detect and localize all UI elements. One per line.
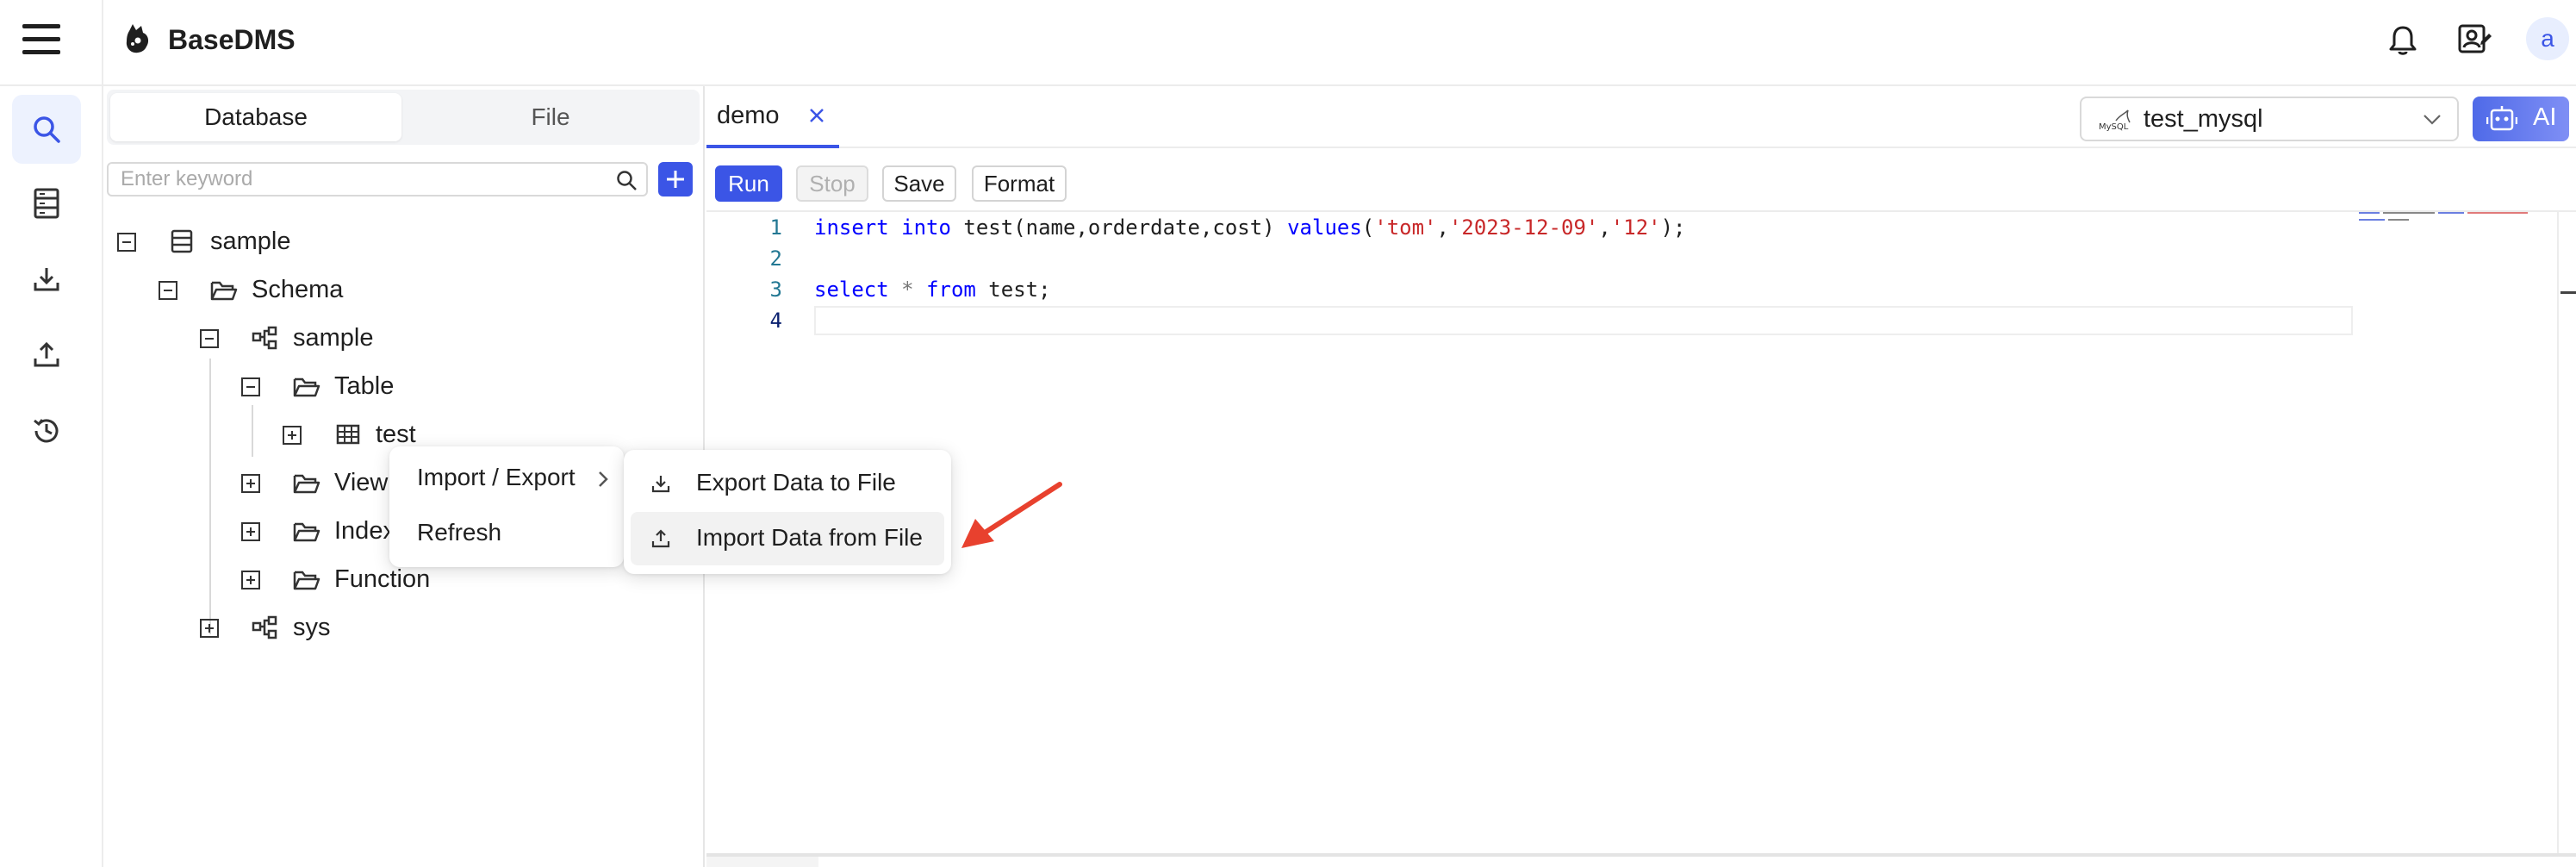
robot-icon [2486,105,2517,133]
folder-open-icon [210,279,238,302]
tree-item-label[interactable]: Index [334,517,395,546]
chevron-right-icon [598,471,608,488]
line-number: 1 [769,215,782,240]
basedms-logo-icon [122,22,153,55]
tree-item-label[interactable]: Function [334,565,430,594]
folder-open-icon [293,376,320,398]
upload-icon [651,529,670,548]
stop-button[interactable]: Stop [796,165,868,202]
upload-icon [33,341,60,369]
code-line[interactable]: insert into test(name,orderdate,cost) va… [814,215,1686,240]
tree-item-label[interactable]: sys [293,614,331,642]
menu-item-refresh[interactable]: Refresh [396,508,617,558]
tree-item-label[interactable]: sample [210,228,291,256]
hamburger-menu-icon[interactable] [22,24,60,55]
scrollbar-cursor-marker [2560,291,2576,294]
plus-icon [665,169,686,190]
rail-search-button[interactable] [12,95,81,164]
expand-toggle[interactable] [241,571,260,589]
menu-item-export-data[interactable]: Export Data to File [631,457,944,510]
save-button[interactable]: Save [882,165,956,202]
tree-item-label[interactable]: View [334,469,388,497]
database-icon [171,229,193,253]
search-icon [31,114,62,145]
history-icon [31,415,62,446]
menu-item-label: Refresh [417,519,502,546]
chevron-down-icon [2423,114,2442,126]
database-icon [34,188,59,219]
app-title: BaseDMS [168,24,296,55]
expand-toggle[interactable] [283,426,302,445]
connection-label: test_mysql [2144,105,2263,133]
tree-item-label[interactable]: sample [293,324,374,352]
folder-open-icon [293,569,320,591]
folder-open-icon [293,521,320,543]
left-rail [0,86,103,867]
run-button[interactable]: Run [715,165,782,202]
format-button[interactable]: Format [972,165,1067,202]
submenu: Export Data to File Import Data from Fil… [624,450,951,574]
tree-guide [252,405,253,457]
user-edit-icon[interactable] [2457,22,2492,57]
code-line[interactable]: select * from test; [814,278,1051,302]
ai-label: AI [2533,103,2557,131]
schema-icon [252,615,277,639]
rail-history-button[interactable] [12,396,81,465]
tab-file[interactable]: File [405,93,696,141]
search-icon[interactable] [615,169,638,191]
search-box [107,162,648,196]
collapse-toggle[interactable] [117,233,136,252]
tab-database[interactable]: Database [110,93,401,141]
collapse-toggle[interactable] [241,377,260,396]
table-icon [336,424,360,445]
expand-toggle[interactable] [241,474,260,493]
active-line-highlight [814,306,2353,335]
download-icon [651,474,670,493]
editor-divider [706,210,2576,212]
panel-tabs: Database File [107,90,700,145]
collapse-toggle[interactable] [200,329,219,348]
rail-download-button[interactable] [12,245,81,314]
result-panel-splitter[interactable] [706,853,2576,857]
ai-button[interactable]: AI [2473,97,2569,141]
expand-toggle[interactable] [241,522,260,541]
expand-toggle[interactable] [200,619,219,638]
bell-icon[interactable] [2388,24,2417,57]
rail-database-button[interactable] [12,169,81,238]
result-panel-tab[interactable] [706,857,818,867]
line-number: 4 [769,309,782,333]
context-menu: Import / Export Refresh [389,446,624,567]
menu-item-label: Export Data to File [696,469,896,496]
avatar-letter: a [2541,25,2554,52]
tree-guide [209,359,211,634]
editor-minimap[interactable] [2359,210,2562,236]
search-input[interactable] [121,165,603,193]
download-icon [33,265,60,293]
tree-item-label[interactable]: Table [334,372,394,401]
avatar[interactable]: a [2526,17,2569,60]
line-number: 2 [769,246,782,271]
top-bar-divider [102,0,103,86]
folder-open-icon [293,472,320,495]
rail-upload-button[interactable] [12,321,81,390]
close-icon[interactable] [808,107,825,124]
mysql-icon: MySQL [2099,109,2133,131]
top-bar [0,0,2576,86]
svg-text:MySQL: MySQL [2099,122,2129,131]
tree-item-label[interactable]: test [376,421,416,449]
collapse-toggle[interactable] [159,281,177,300]
menu-item-label: Import / Export [417,464,576,490]
connection-select[interactable]: MySQL test_mysql [2080,97,2459,141]
tree-item-label[interactable]: Schema [252,276,343,304]
menu-item-import-export[interactable]: Import / Export [396,453,617,503]
tab-demo[interactable]: demo [706,86,839,148]
add-connection-button[interactable] [658,162,693,196]
line-number: 3 [769,278,782,302]
annotation-arrow [956,479,1065,552]
schema-icon [252,326,277,350]
menu-item-label: Import Data from File [696,524,923,551]
tab-label: demo [717,102,780,129]
vertical-scrollbar[interactable] [2557,210,2559,857]
menu-item-import-data[interactable]: Import Data from File [631,512,944,565]
